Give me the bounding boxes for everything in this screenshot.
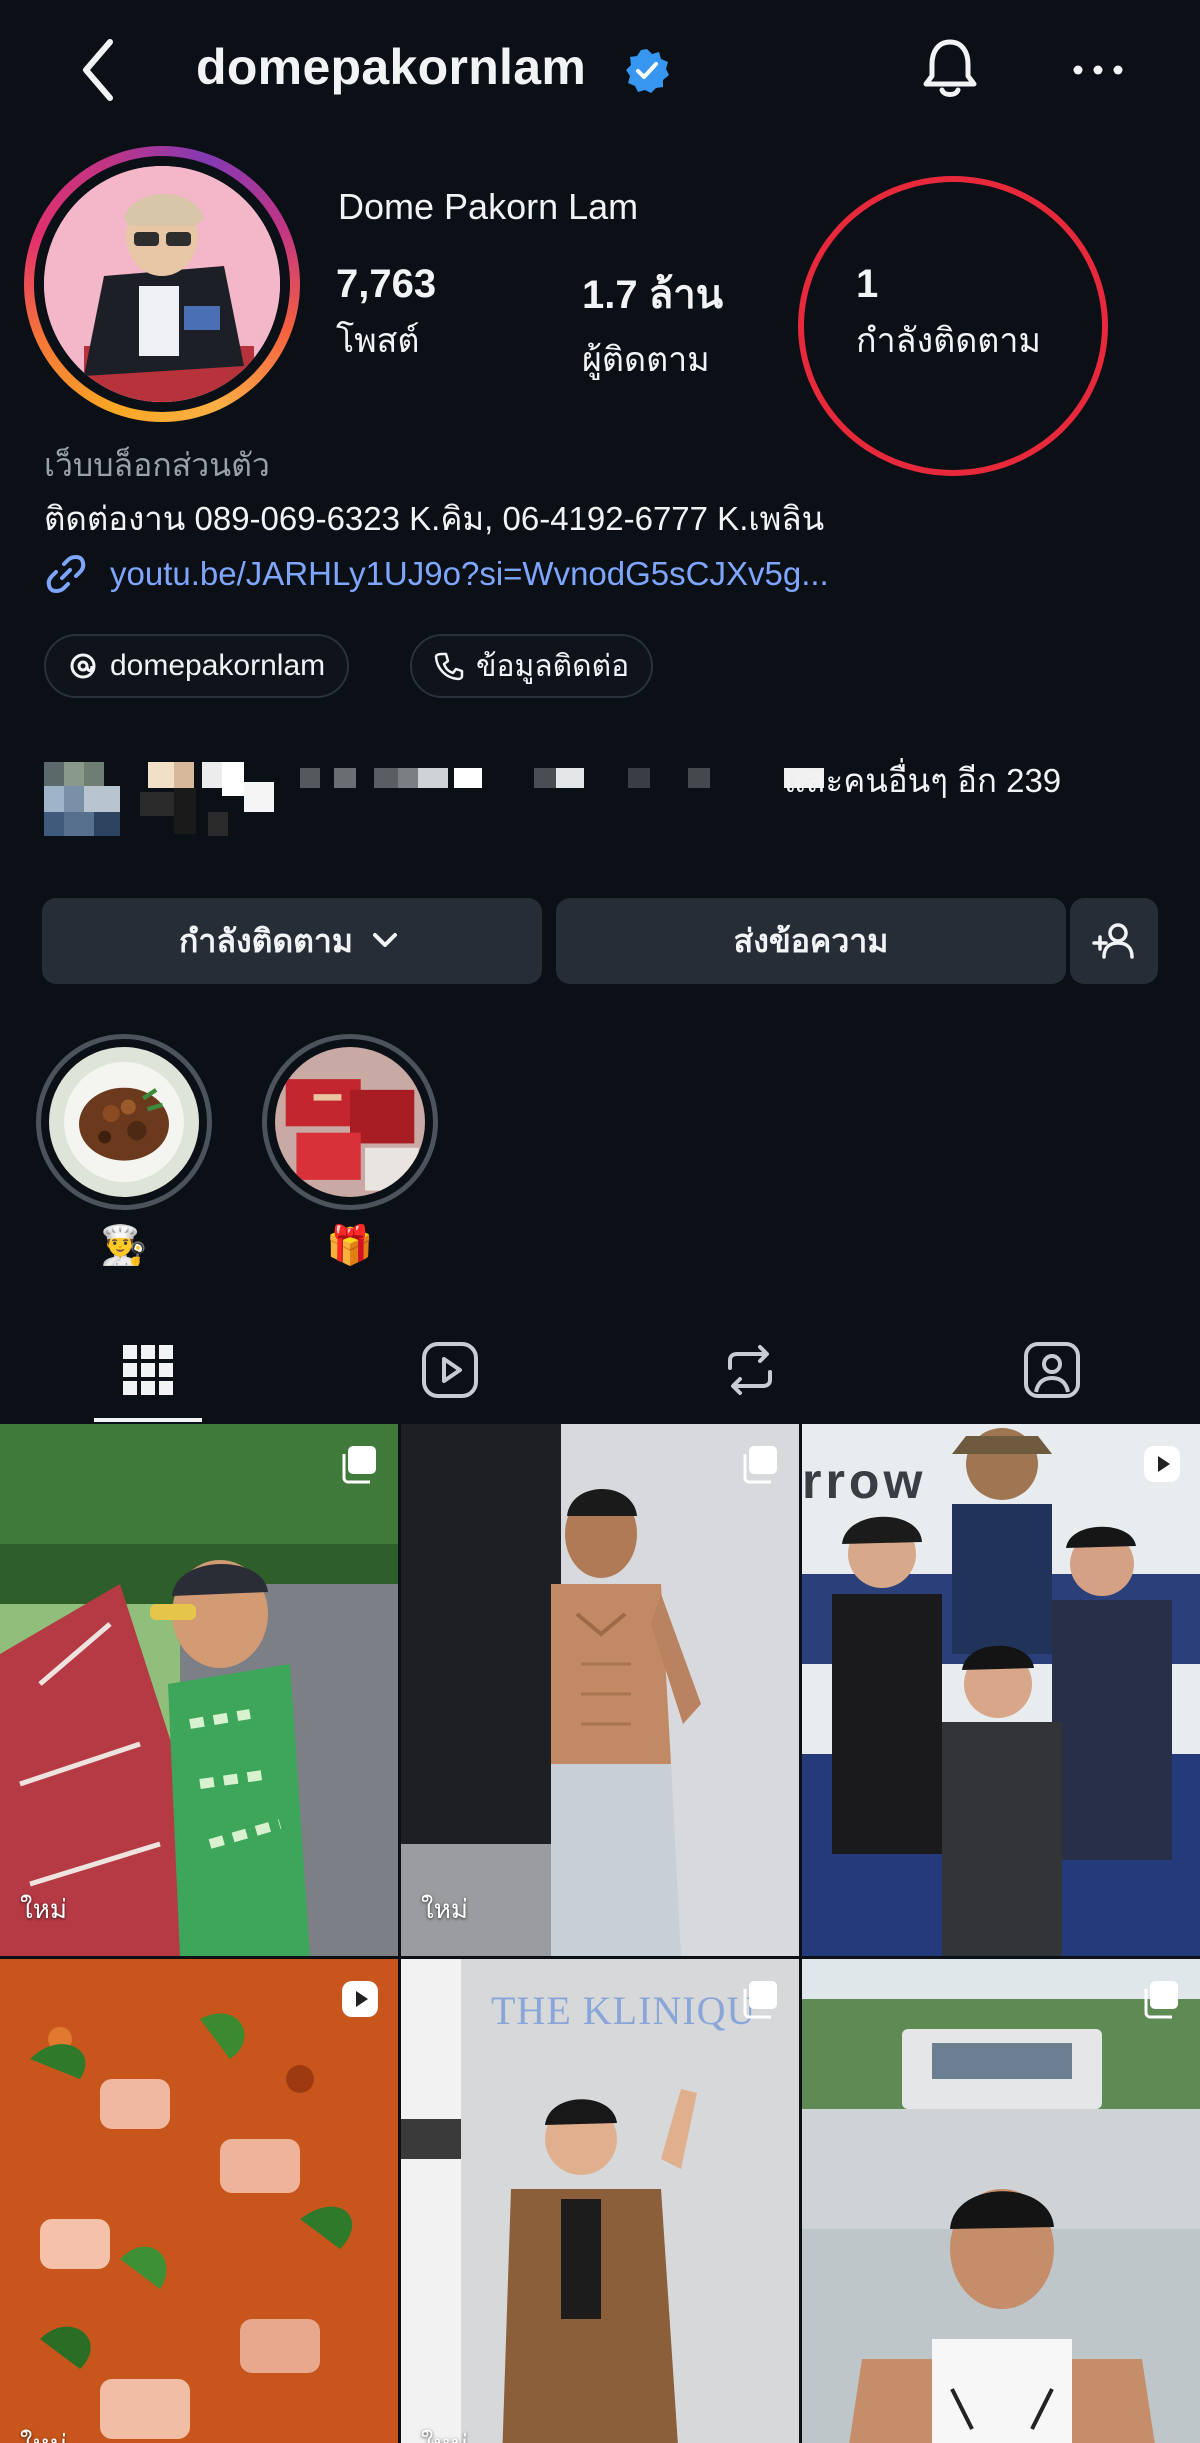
avatar xyxy=(44,166,280,402)
post-thumbnail[interactable]: rrow xyxy=(802,1424,1200,1956)
post-thumbnail[interactable]: ใหม่ xyxy=(401,1424,799,1956)
reels-icon xyxy=(422,1342,478,1398)
notifications-button[interactable] xyxy=(918,34,982,104)
tab-reposts[interactable] xyxy=(650,1320,850,1420)
repost-icon xyxy=(728,1345,772,1395)
story-highlight-title: 🎁 xyxy=(326,1225,374,1267)
profile-full-name: Dome Pakorn Lam xyxy=(338,186,639,227)
story-highlight-cover xyxy=(275,1047,425,1197)
followers-stat[interactable]: 1.7 ล้าน ผู้ติดตาม xyxy=(582,262,723,386)
message-button[interactable]: ส่งข้อความ xyxy=(556,898,1066,984)
profile-category: เว็บบล็อกส่วนตัว xyxy=(44,447,270,483)
contact-info-chip[interactable]: ข้อมูลติดต่อ xyxy=(410,634,654,698)
profile-username: domepakornlam xyxy=(196,39,587,95)
story-highlight[interactable]: 🎁 xyxy=(262,1034,438,1268)
reel-icon xyxy=(342,1981,378,2017)
post-new-label: ใหม่ xyxy=(421,1894,468,1924)
following-button-label: กำลังติดตาม xyxy=(179,922,353,959)
followers-label: ผู้ติดตาม xyxy=(582,341,710,379)
bell-icon xyxy=(923,39,977,97)
more-horizontal-icon xyxy=(1073,65,1123,75)
tab-tagged[interactable] xyxy=(952,1320,1152,1420)
carousel-icon xyxy=(743,1981,777,2019)
post-thumbnail[interactable]: THE KLINIQU ใหม่ xyxy=(401,1959,799,2443)
active-tab-indicator xyxy=(94,1418,202,1422)
posts-count: 7,763 xyxy=(336,262,437,306)
posts-stat: 7,763 โพสต์ xyxy=(336,262,436,367)
post-thumbnail[interactable] xyxy=(802,1959,1200,2443)
back-button[interactable] xyxy=(70,30,130,110)
story-highlight-cover xyxy=(49,1047,199,1197)
top-bar: domepakornlam xyxy=(0,0,1200,140)
link-icon xyxy=(46,555,86,593)
tagged-icon xyxy=(1024,1342,1080,1398)
threads-chip-label: domepakornlam xyxy=(110,649,326,682)
post-new-label: ใหม่ xyxy=(421,2424,468,2443)
more-options-button[interactable] xyxy=(1068,50,1128,90)
post-new-label: ใหม่ xyxy=(20,2424,67,2443)
reel-icon xyxy=(1144,1446,1180,1482)
contact-info-chip-label: ข้อมูลติดต่อ xyxy=(476,649,630,683)
bio-contact-text: ติดต่องาน 089-069-6323 K.คิม, 06-4192-67… xyxy=(44,500,825,537)
post-thumbnail[interactable]: ใหม่ xyxy=(0,1959,398,2443)
grid-icon xyxy=(123,1345,173,1395)
threads-icon xyxy=(70,653,96,679)
followers-count: 1.7 ล้าน xyxy=(582,273,724,317)
annotation-circle xyxy=(798,176,1108,476)
chevron-left-icon xyxy=(83,39,113,101)
add-person-icon xyxy=(1092,923,1134,959)
bio-link-text: youtu.be/JARHLy1UJ9o?si=WvnodG5sCJXv5g..… xyxy=(110,555,829,592)
chevron-down-icon xyxy=(372,933,397,947)
profile-avatar-story-ring[interactable] xyxy=(24,146,300,422)
tab-posts-grid[interactable] xyxy=(48,1320,248,1420)
post-new-label: ใหม่ xyxy=(20,1894,67,1924)
suggest-people-button[interactable] xyxy=(1070,898,1158,984)
story-highlight-title: 👨‍🍳 xyxy=(100,1225,148,1267)
carousel-icon xyxy=(1144,1981,1178,2019)
post-thumbnail[interactable]: ใหม่ xyxy=(0,1424,398,1956)
post-sign-text: rrow xyxy=(802,1453,927,1509)
bio-link[interactable]: youtu.be/JARHLy1UJ9o?si=WvnodG5sCJXv5g..… xyxy=(44,552,829,596)
message-button-label: ส่งข้อความ xyxy=(733,922,889,959)
posts-label: โพสต์ xyxy=(336,322,420,360)
phone-icon xyxy=(434,652,464,681)
carousel-icon xyxy=(342,1446,376,1484)
followed-by-text: และคนอื่นๆ อีก 239 xyxy=(784,762,1062,799)
verified-badge-icon xyxy=(626,49,669,93)
story-highlight[interactable]: 👨‍🍳 xyxy=(36,1034,212,1268)
carousel-icon xyxy=(743,1446,777,1484)
post-sign-text: THE KLINIQU xyxy=(491,1988,757,2033)
threads-chip[interactable]: domepakornlam xyxy=(44,634,350,698)
profile-tabs xyxy=(0,1320,1200,1422)
tab-reels[interactable] xyxy=(350,1320,550,1420)
following-button[interactable]: กำลังติดตาม xyxy=(42,898,542,984)
